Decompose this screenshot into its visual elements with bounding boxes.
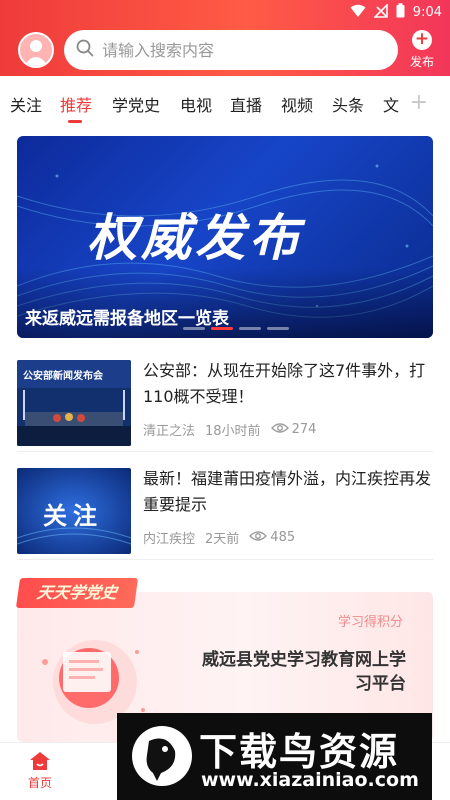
banner-carousel[interactable]: 权威发布 来返威远需报备地区一览表 bbox=[17, 136, 433, 338]
watermark-url: www.xiazainiao.com bbox=[201, 769, 419, 791]
tab-recommend[interactable]: 推荐 bbox=[60, 92, 92, 116]
app-header: 9:04 + 发布 bbox=[0, 0, 450, 76]
tab-follow[interactable]: 关注 bbox=[10, 92, 42, 116]
carousel-dot[interactable] bbox=[239, 327, 261, 330]
carousel-dot[interactable] bbox=[183, 327, 205, 330]
carousel-dot-active[interactable] bbox=[211, 327, 233, 330]
tab-live[interactable]: 直播 bbox=[230, 92, 262, 116]
banner-image-text: 权威发布 bbox=[87, 209, 303, 267]
carousel-dot[interactable] bbox=[267, 327, 289, 330]
bird-logo-icon bbox=[132, 726, 192, 786]
news-views: 485 bbox=[249, 530, 295, 546]
search-icon bbox=[76, 39, 94, 61]
nav-home-label: 首页 bbox=[28, 776, 53, 790]
news-time: 18小时前 bbox=[205, 424, 261, 439]
plus-icon: + bbox=[412, 30, 432, 50]
add-tab-icon[interactable]: + bbox=[403, 90, 428, 115]
battery-icon bbox=[396, 3, 405, 22]
tab-party-history[interactable]: 学党史 bbox=[112, 92, 160, 116]
news-meta: 内江疾控 2天前 485 bbox=[143, 528, 295, 547]
search-input[interactable] bbox=[102, 40, 372, 60]
news-time: 2天前 bbox=[205, 532, 240, 547]
tab-culture[interactable]: 文 bbox=[383, 92, 399, 116]
watermark-brand: 下载鸟资源 bbox=[199, 730, 400, 774]
thumbnail-text: 关注 bbox=[43, 502, 103, 530]
category-tabs: 关注 推荐 学党史 电视 直播 视频 头条 文 + bbox=[0, 76, 450, 126]
eye-icon bbox=[249, 530, 268, 546]
news-item[interactable]: 关注 最新！福建莆田疫情外溢，内江疾控再发重要提示 内江疾控 2天前 485 bbox=[17, 460, 433, 560]
tab-video[interactable]: 视频 bbox=[281, 92, 313, 116]
no-signal-icon bbox=[372, 3, 388, 22]
news-meta: 清正之法 18小时前 274 bbox=[143, 420, 316, 439]
study-card-tag: 天天学党史 bbox=[15, 578, 139, 608]
view-count: 485 bbox=[270, 530, 296, 545]
news-thumbnail: 公安部新闻发布会 bbox=[17, 360, 131, 446]
news-source: 清正之法 bbox=[143, 424, 196, 439]
news-thumbnail: 关注 bbox=[17, 468, 131, 554]
tab-headline[interactable]: 头条 bbox=[332, 92, 364, 116]
watermark-overlay: 下载鸟资源 www.xiazainiao.com bbox=[117, 713, 432, 800]
study-points-label: 学习得积分 bbox=[338, 615, 404, 630]
study-card-title[interactable]: 威远县党史学习教育网上学习平台 bbox=[200, 648, 406, 696]
home-icon bbox=[29, 752, 51, 774]
publish-label: 发布 bbox=[409, 55, 434, 69]
news-title[interactable]: 公安部：从现在开始除了这7件事外，打110概不受理！ bbox=[143, 358, 433, 410]
view-count: 274 bbox=[291, 422, 317, 437]
eye-icon bbox=[270, 422, 289, 438]
status-bar: 9:04 bbox=[0, 0, 450, 22]
news-item[interactable]: 公安部新闻发布会 公安部：从现在开始除了这7件事外，打110概不受理！ 清正之法… bbox=[17, 352, 433, 452]
news-title[interactable]: 最新！福建莆田疫情外溢，内江疾控再发重要提示 bbox=[143, 466, 433, 518]
news-views: 274 bbox=[270, 422, 317, 438]
status-time: 9:04 bbox=[412, 5, 442, 20]
user-avatar[interactable] bbox=[18, 32, 54, 68]
thumbnail-text: 公安部新闻发布会 bbox=[23, 371, 103, 382]
news-source: 内江疾控 bbox=[143, 532, 196, 547]
wifi-icon bbox=[350, 3, 366, 22]
tab-tv[interactable]: 电视 bbox=[180, 92, 212, 116]
nav-home[interactable]: 首页 bbox=[28, 751, 52, 791]
search-bar[interactable] bbox=[64, 30, 398, 70]
carousel-dots bbox=[183, 327, 289, 330]
active-tab-indicator bbox=[68, 120, 82, 123]
publish-button[interactable]: + 发布 bbox=[404, 30, 440, 72]
